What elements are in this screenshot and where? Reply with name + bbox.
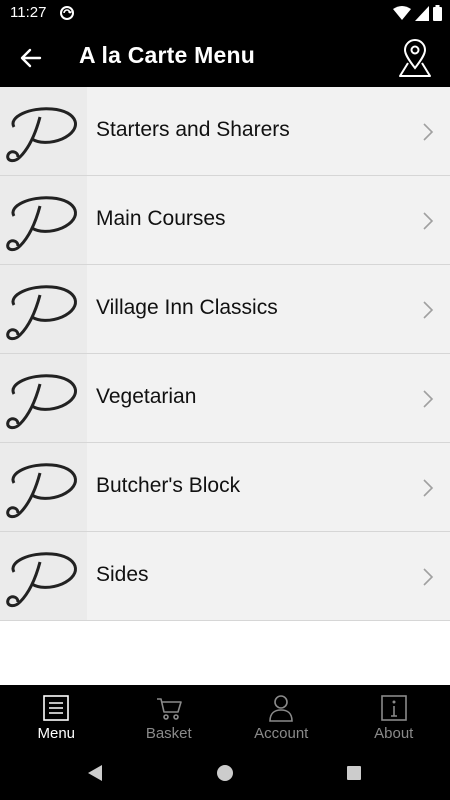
- nav-recents-icon[interactable]: [345, 763, 363, 783]
- page-title: A la Carte Menu: [79, 42, 255, 68]
- app-bar: A la Carte Menu: [0, 28, 450, 87]
- chevron-right-icon: [423, 123, 434, 141]
- tab-account[interactable]: Account: [225, 685, 338, 746]
- chevron-right-icon: [423, 568, 434, 586]
- chevron-right-icon: [423, 301, 434, 319]
- tab-label: Account: [254, 725, 309, 742]
- category-label: Vegetarian: [96, 385, 197, 408]
- script-p-logo-icon: [6, 374, 77, 430]
- status-time: 11:27: [10, 4, 47, 21]
- bottom-tab-bar: Menu Basket Account About: [0, 685, 450, 746]
- system-nav-bar: [0, 746, 450, 800]
- nav-home-icon[interactable]: [216, 763, 234, 783]
- category-label: Main Courses: [96, 207, 226, 230]
- category-row-main-courses[interactable]: Main Courses: [0, 176, 450, 265]
- category-label: Village Inn Classics: [96, 296, 278, 319]
- category-logo: [0, 265, 87, 353]
- category-row-butchers-block[interactable]: Butcher's Block: [0, 443, 450, 532]
- script-p-logo-icon: [6, 463, 77, 519]
- chevron-right-icon: [423, 479, 434, 497]
- category-list: Starters and Sharers Main Courses Villag…: [0, 87, 450, 621]
- person-icon: [269, 695, 294, 722]
- back-arrow-icon[interactable]: [18, 45, 44, 71]
- category-label: Sides: [96, 563, 149, 586]
- tab-basket[interactable]: Basket: [113, 685, 226, 746]
- tab-menu[interactable]: Menu: [0, 685, 113, 746]
- category-row-sides[interactable]: Sides: [0, 532, 450, 621]
- status-icons: [393, 5, 442, 21]
- script-p-logo-icon: [6, 285, 77, 341]
- tab-label: About: [374, 725, 414, 742]
- category-row-vegetarian[interactable]: Vegetarian: [0, 354, 450, 443]
- category-row-starters[interactable]: Starters and Sharers: [0, 87, 450, 176]
- chevron-right-icon: [423, 212, 434, 230]
- chevron-right-icon: [423, 390, 434, 408]
- script-p-logo-icon: [6, 196, 77, 252]
- script-p-logo-icon: [6, 552, 77, 608]
- category-logo: [0, 532, 87, 620]
- category-label: Butcher's Block: [96, 474, 241, 497]
- nav-back-icon[interactable]: [86, 763, 104, 783]
- map-pin-icon[interactable]: [396, 38, 434, 78]
- info-icon: [380, 695, 407, 721]
- category-logo: [0, 443, 87, 531]
- script-p-logo-icon: [6, 107, 77, 163]
- category-label: Starters and Sharers: [96, 118, 290, 141]
- menu-list-icon: [43, 695, 70, 721]
- category-logo: [0, 87, 87, 175]
- wifi-icon: [393, 5, 411, 20]
- category-logo: [0, 176, 87, 264]
- cart-icon: [156, 698, 182, 720]
- category-logo: [0, 354, 87, 442]
- sync-icon: [60, 6, 74, 20]
- tab-about[interactable]: About: [338, 685, 450, 746]
- signal-icon: [415, 5, 429, 21]
- status-bar: 11:27: [0, 0, 450, 28]
- battery-icon: [433, 5, 442, 21]
- tab-label: Basket: [145, 725, 192, 742]
- category-row-village-inn-classics[interactable]: Village Inn Classics: [0, 265, 450, 354]
- tab-label: Menu: [37, 725, 76, 742]
